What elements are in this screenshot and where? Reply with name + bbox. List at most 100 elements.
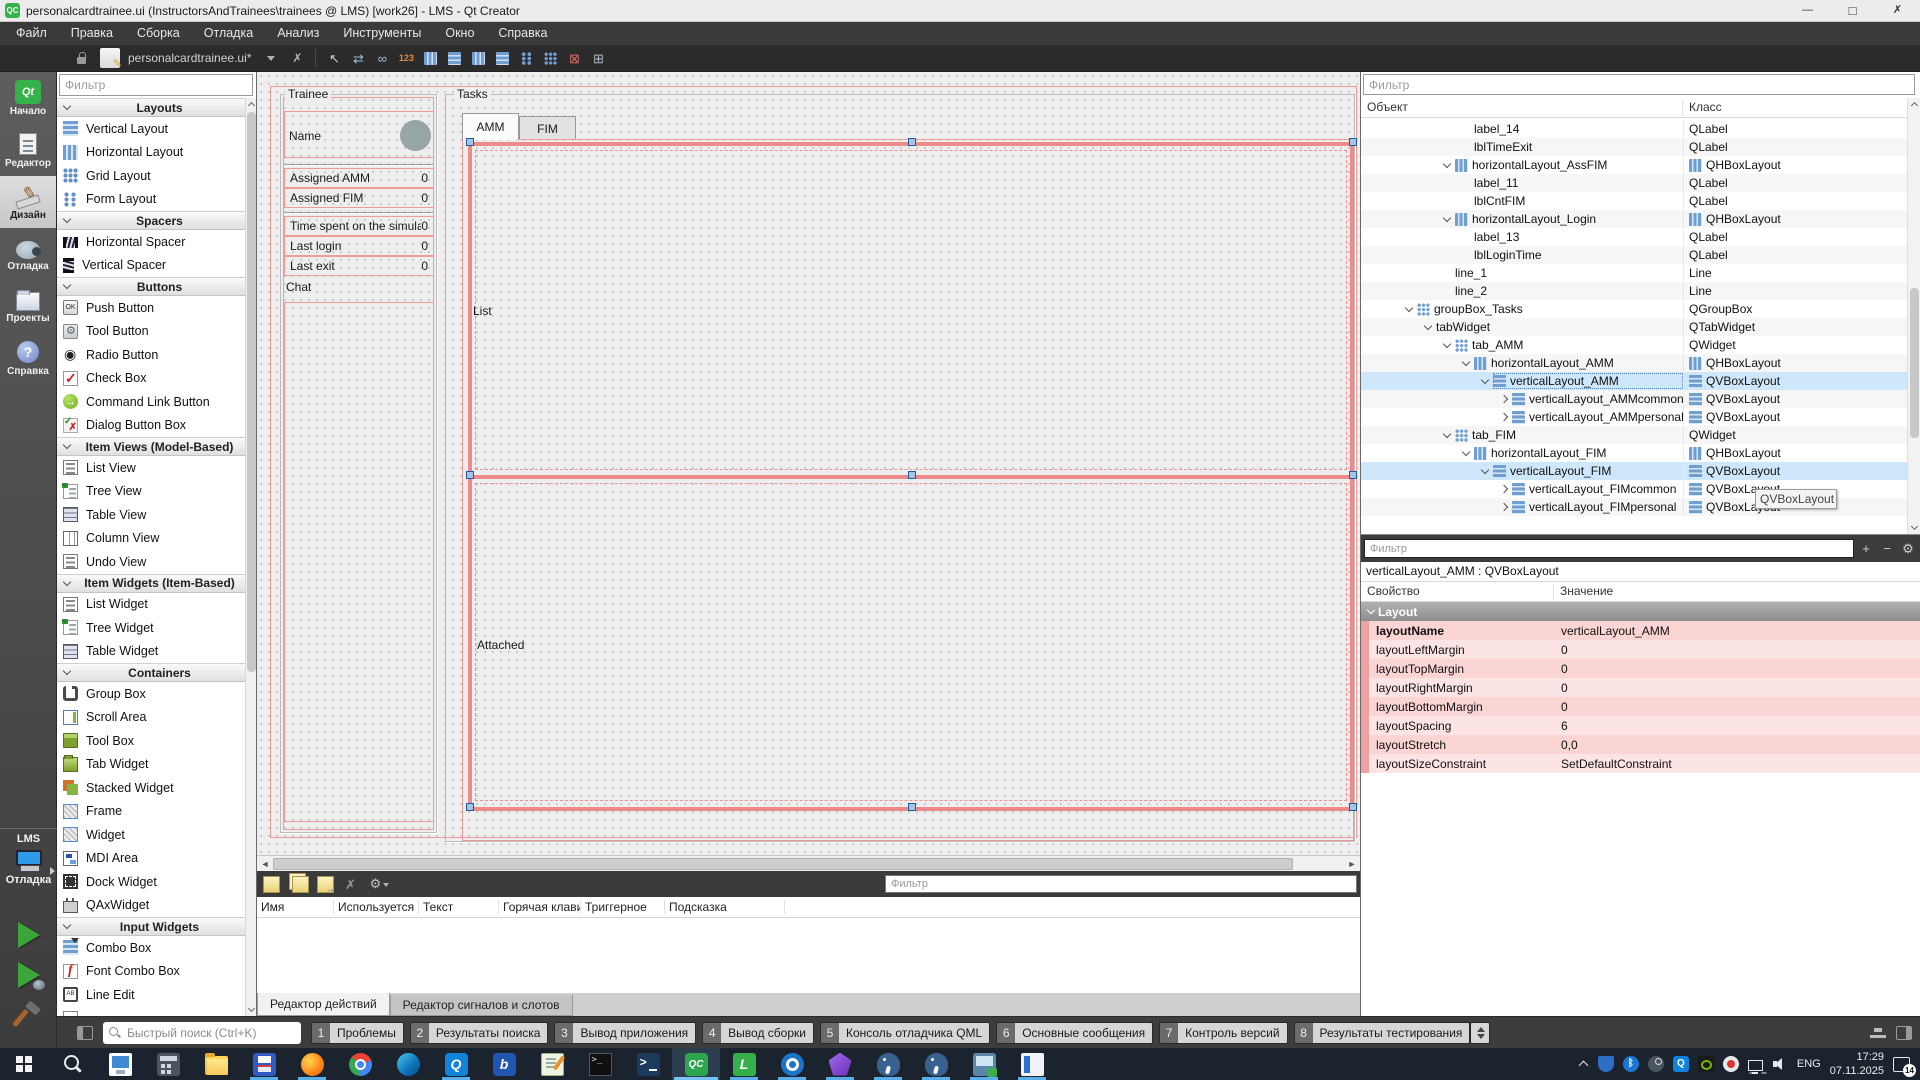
tree-row-groupBox_Tasks[interactable]: groupBox_TasksQGroupBox <box>1361 300 1907 318</box>
taskbar-qt-creator[interactable] <box>672 1048 720 1080</box>
tab-amm[interactable]: AMM <box>462 113 519 140</box>
chevron-down-icon[interactable] <box>1461 447 1474 460</box>
tree-row-tabWidget[interactable]: tabWidgetQTabWidget <box>1361 318 1907 336</box>
selection-handle[interactable] <box>466 138 474 146</box>
adjust-size-icon[interactable]: ⊞ <box>586 47 610 69</box>
tree-row-label_11[interactable]: label_11QLabel <box>1361 174 1907 192</box>
menu-item-1[interactable]: Правка <box>59 22 125 45</box>
mode-справка[interactable]: Справка <box>0 332 56 384</box>
tray-security-icon[interactable] <box>1723 1056 1739 1072</box>
widget-item-qaxwidget[interactable]: QAxWidget <box>57 894 245 918</box>
action-column-4[interactable]: Триггерное <box>581 900 665 914</box>
widget-item-combo-box[interactable]: Combo Box <box>57 936 245 960</box>
widget-item-widget[interactable]: Widget <box>57 823 245 847</box>
tree-row-tab_AMM[interactable]: tab_AMMQWidget <box>1361 336 1907 354</box>
layout-horizontally-icon[interactable] <box>418 47 442 69</box>
menu-item-3[interactable]: Отладка <box>192 22 265 45</box>
widget-item-dialog-button-box[interactable]: Dialog Button Box <box>57 414 245 438</box>
widget-item-vertical-layout[interactable]: Vertical Layout <box>57 117 245 141</box>
remove-property-icon[interactable]: − <box>1878 540 1896 558</box>
chevron-down-icon[interactable] <box>1442 339 1455 352</box>
property-row-layoutName[interactable]: layoutNameverticalLayout_AMM <box>1361 621 1920 640</box>
form-horizontal-scrollbar[interactable]: ◄ ► <box>257 855 1360 871</box>
taskbar-edge[interactable] <box>384 1048 432 1080</box>
right-sidebar-toggle-icon[interactable] <box>1896 1026 1912 1040</box>
tree-row-line_2[interactable]: line_2Line <box>1361 282 1907 300</box>
taskbar-lms-app[interactable] <box>720 1048 768 1080</box>
taskbar-q-app[interactable] <box>432 1048 480 1080</box>
minimize-button[interactable] <box>1785 0 1830 21</box>
taskbar-purple-app[interactable] <box>816 1048 864 1080</box>
widget-item-undo-view[interactable]: Undo View <box>57 550 245 574</box>
tray-bluetooth-icon[interactable] <box>1623 1056 1639 1072</box>
chevron-right-icon[interactable] <box>1499 411 1512 424</box>
widget-item-command-link-button[interactable]: Command Link Button <box>57 390 245 414</box>
widget-item-table-view[interactable]: Table View <box>57 503 245 527</box>
property-filter-input[interactable] <box>1364 539 1854 558</box>
widget-item-horizontal-layout[interactable]: Horizontal Layout <box>57 141 245 165</box>
selection-handle[interactable] <box>908 471 916 479</box>
tree-row-tab_FIM[interactable]: tab_FIMQWidget <box>1361 426 1907 444</box>
layout-horizontal-splitter-icon[interactable] <box>466 47 490 69</box>
inspector-filter-input[interactable] <box>1363 74 1915 95</box>
category-layouts[interactable]: Layouts <box>57 98 245 117</box>
taskbar-powershell[interactable] <box>624 1048 672 1080</box>
tab-action-editor[interactable]: Редактор действий <box>257 993 390 1016</box>
left-sidebar-toggle-icon[interactable] <box>77 1026 93 1040</box>
action-column-1[interactable]: Используется <box>334 900 419 914</box>
category-containers[interactable]: Containers <box>57 663 245 682</box>
inspector-scrollbar[interactable] <box>1907 98 1920 534</box>
layout-vertically-icon[interactable] <box>442 47 466 69</box>
layout-form-icon[interactable] <box>514 47 538 69</box>
tree-row-verticalLayout_AMMpersonal[interactable]: verticalLayout_AMMpersonalQVBoxLayout <box>1361 408 1907 426</box>
selection-handle[interactable] <box>1349 803 1357 811</box>
scroll-up-icon[interactable] <box>247 100 256 109</box>
category-spacers[interactable]: Spacers <box>57 211 245 230</box>
taskbar-presentation-app[interactable] <box>96 1048 144 1080</box>
mode-проекты[interactable]: Проекты <box>0 280 56 332</box>
property-row-layoutTopMargin[interactable]: layoutTopMargin0 <box>1361 659 1920 678</box>
scroll-thumb[interactable] <box>247 112 256 672</box>
scroll-left-icon[interactable]: ◄ <box>258 858 272 870</box>
widget-item-font-combo-box[interactable]: Font Combo Box <box>57 960 245 984</box>
chevron-down-icon[interactable] <box>1442 213 1455 226</box>
tree-row-horizontalLayout_FIM[interactable]: horizontalLayout_FIMQHBoxLayout <box>1361 444 1907 462</box>
tray-q-tray-icon[interactable] <box>1673 1056 1689 1072</box>
taskbar-search[interactable] <box>48 1048 96 1080</box>
run-button[interactable] <box>12 918 46 952</box>
output-pane-7[interactable]: 7Контроль версий <box>1159 1022 1287 1044</box>
mode-дизайн[interactable]: Дизайн <box>0 176 56 228</box>
scroll-down-icon[interactable] <box>1910 523 1919 532</box>
close-button[interactable] <box>1875 0 1920 21</box>
taskbar-mail-app[interactable] <box>480 1048 528 1080</box>
tree-row-label_14[interactable]: label_14QLabel <box>1361 120 1907 138</box>
tree-row-lblLoginTime[interactable]: lblLoginTimeQLabel <box>1361 246 1907 264</box>
chevron-right-icon[interactable] <box>1499 501 1512 514</box>
clock[interactable]: 17:29 07.11.2025 <box>1830 1050 1884 1079</box>
document-dropdown-arrow[interactable] <box>267 56 275 61</box>
output-pane-8[interactable]: 8Результаты тестирования <box>1294 1022 1471 1044</box>
notifications-icon[interactable]: 14 <box>1893 1057 1910 1072</box>
widget-item-mdi-area[interactable]: MDI Area <box>57 847 245 871</box>
chevron-right-icon[interactable] <box>1499 483 1512 496</box>
taskbar-remote-desktop[interactable] <box>960 1048 1008 1080</box>
output-pane-updown-icon[interactable] <box>1470 1022 1490 1044</box>
taskbar-chrome[interactable] <box>336 1048 384 1080</box>
tab-signals-slots-editor[interactable]: Редактор сигналов и слотов <box>390 995 573 1016</box>
chevron-down-icon[interactable] <box>1423 321 1436 334</box>
menu-item-6[interactable]: Окно <box>433 22 486 45</box>
output-pane-3[interactable]: 3Вывод приложения <box>554 1022 696 1044</box>
output-pane-4[interactable]: 4Вывод сборки <box>702 1022 814 1044</box>
widget-item-tool-box[interactable]: Tool Box <box>57 729 245 753</box>
widget-item-list-widget[interactable]: List Widget <box>57 593 245 617</box>
chevron-down-icon[interactable] <box>1480 375 1493 388</box>
taskbar-terminal[interactable] <box>576 1048 624 1080</box>
category-item-widgets-item-based[interactable]: Item Widgets (Item-Based) <box>57 574 245 593</box>
taskbar-save-app[interactable] <box>240 1048 288 1080</box>
property-row-layoutBottomMargin[interactable]: layoutBottomMargin0 <box>1361 697 1920 716</box>
document-selector[interactable]: personalcardtrainee.ui* <box>128 51 251 65</box>
widget-item-tool-button[interactable]: Tool Button <box>57 320 245 344</box>
mode-редактор[interactable]: Редактор <box>0 124 56 176</box>
selection-handle[interactable] <box>466 803 474 811</box>
property-group-layout[interactable]: Layout <box>1361 602 1920 621</box>
